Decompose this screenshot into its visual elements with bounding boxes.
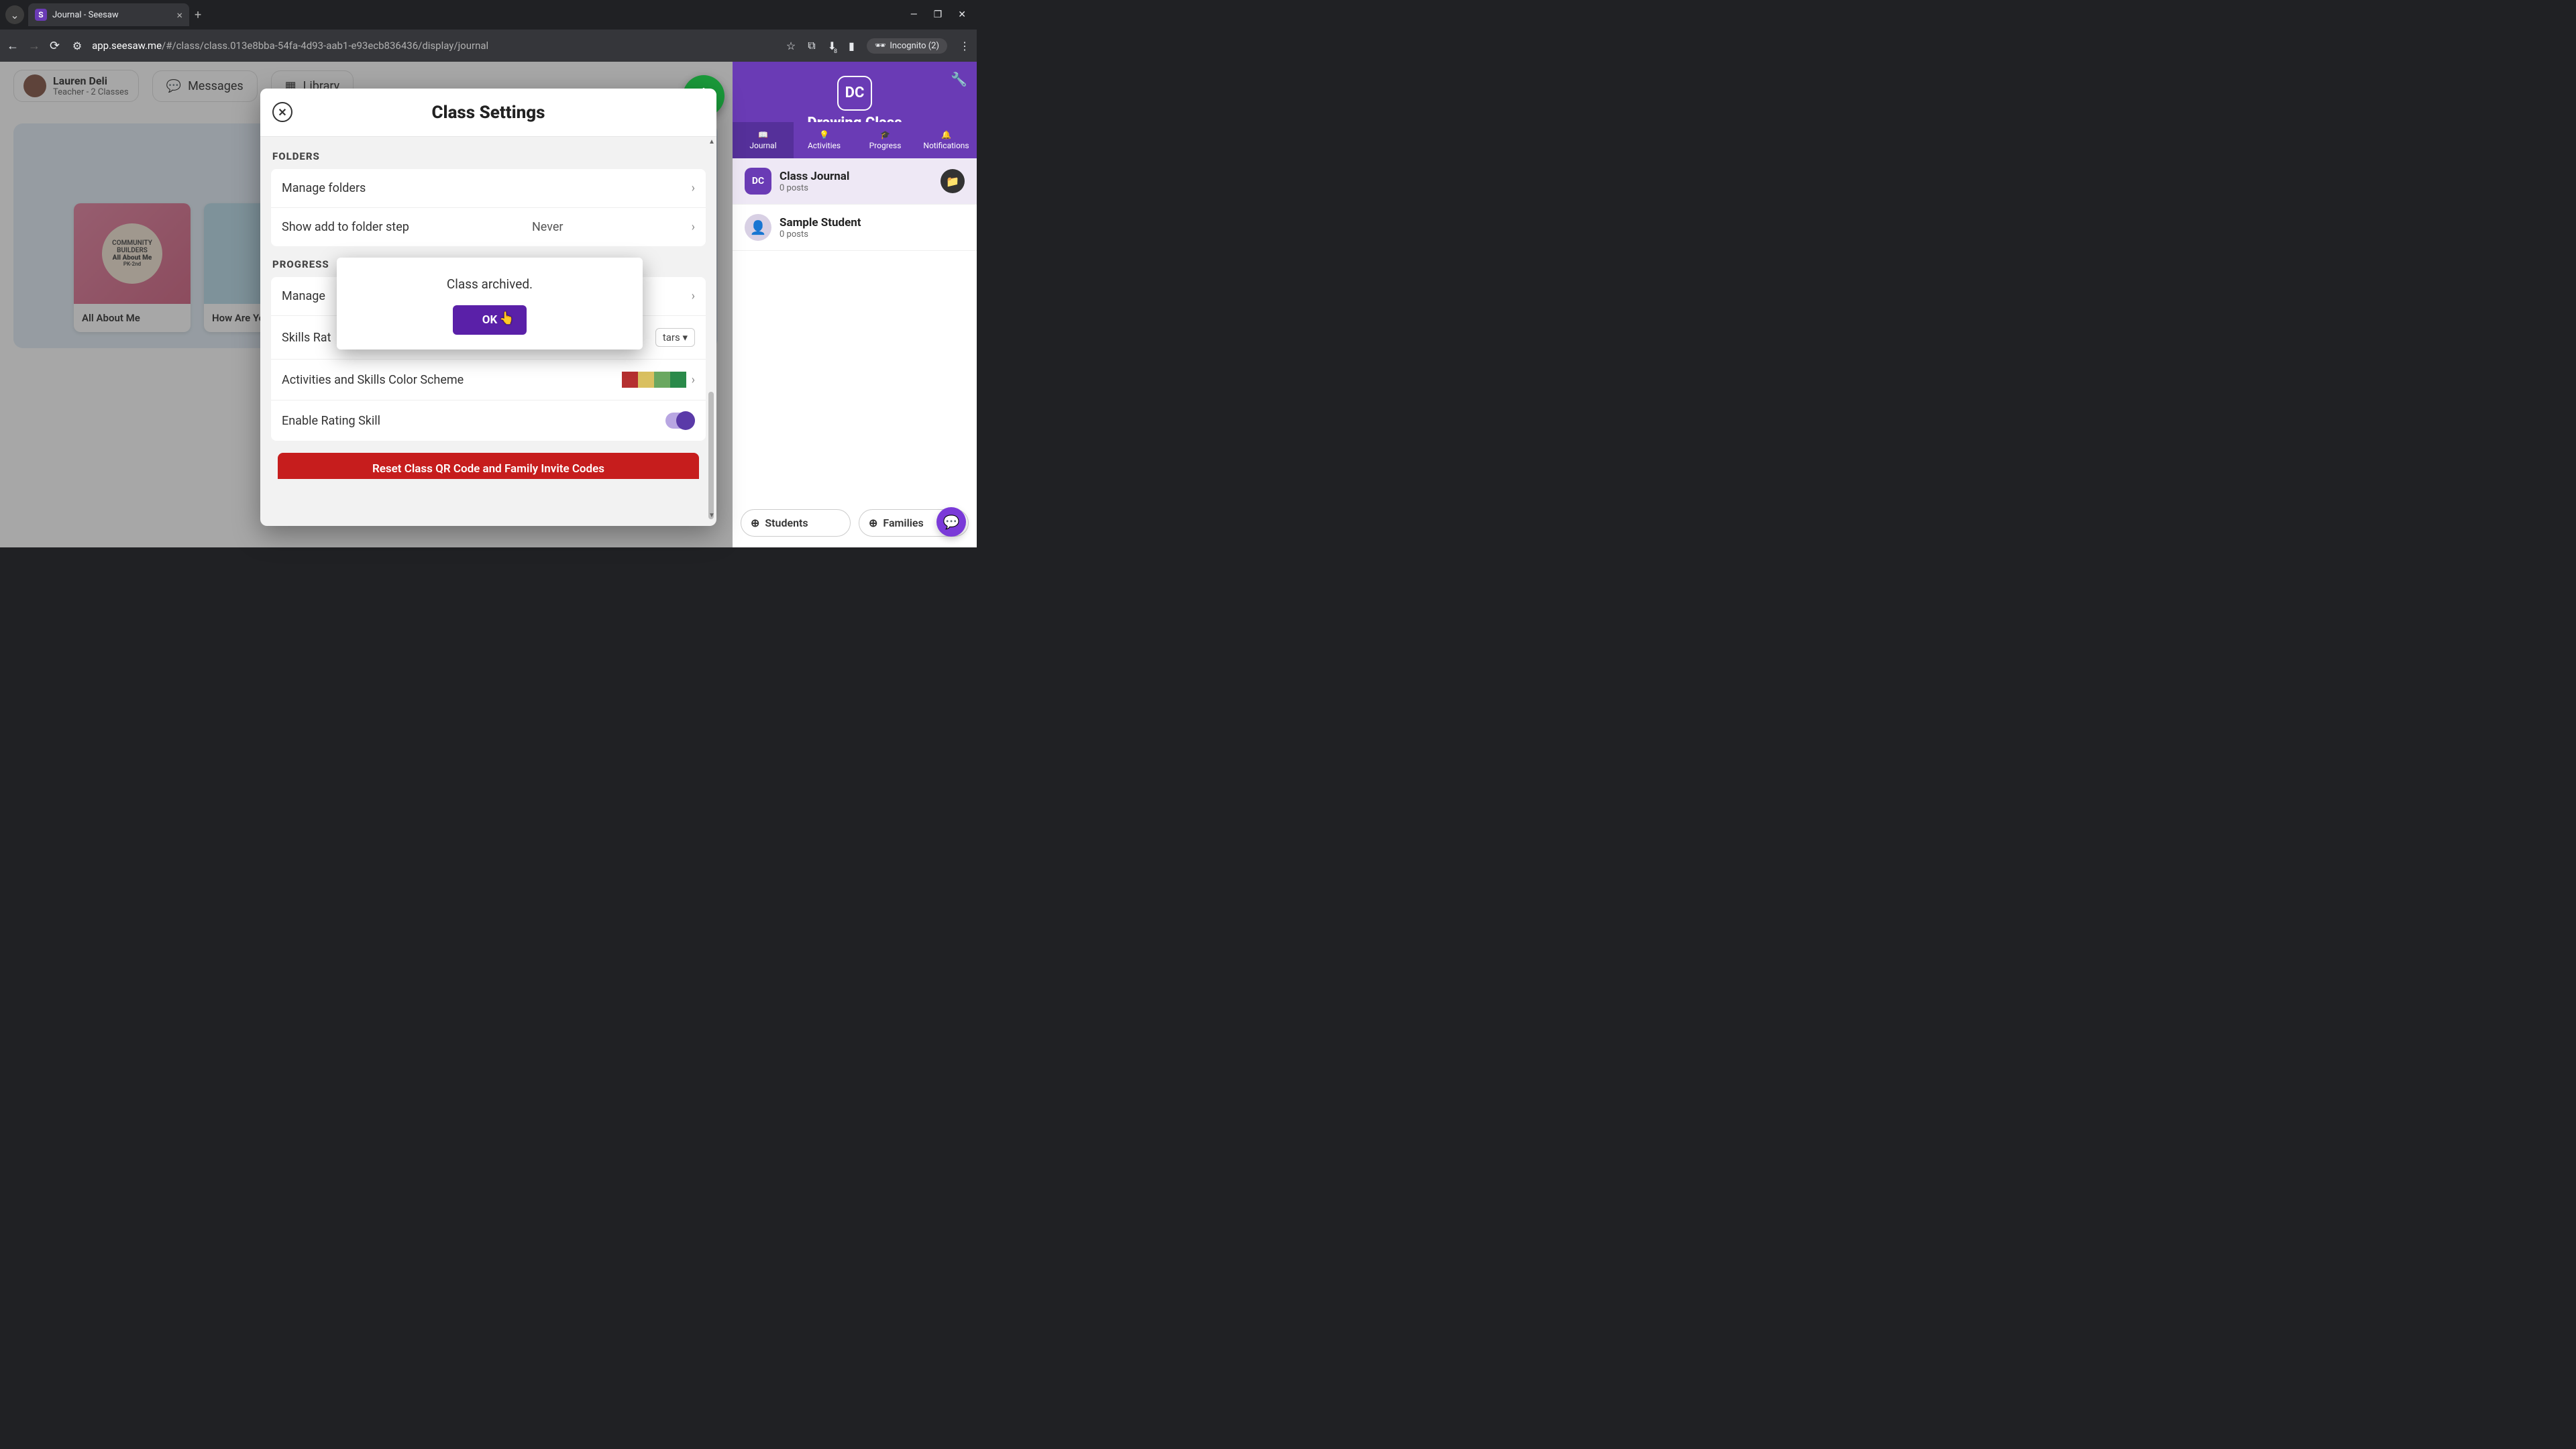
chat-icon: 💬: [943, 514, 960, 530]
plus-circle-icon: ⊕: [869, 517, 877, 529]
tab-title: Journal - Seesaw: [52, 10, 119, 20]
kebab-menu-icon[interactable]: ⋮: [959, 40, 970, 52]
tab-activities[interactable]: 💡Activities: [794, 122, 855, 158]
scroll-thumb[interactable]: [708, 392, 714, 519]
close-window-icon[interactable]: ✕: [958, 9, 966, 20]
site-info-icon[interactable]: ⚙: [69, 38, 85, 54]
enable-rating-row: Enable Rating Skill: [271, 400, 706, 441]
class-sidebar: 🔧 DC Drawing Class 📖Journal 💡Activities …: [733, 62, 977, 547]
window-controls: ― ❐ ✕: [910, 9, 971, 20]
class-journal-row[interactable]: DC Class Journal 0 posts 📁: [733, 158, 977, 205]
show-add-folder-row[interactable]: Show add to folder step Never ›: [271, 208, 706, 246]
color-swatch: [622, 372, 686, 388]
manage-folders-row[interactable]: Manage folders›: [271, 169, 706, 208]
tab-close-icon[interactable]: ×: [176, 9, 182, 21]
activities-icon: 💡: [819, 130, 829, 140]
folder-icon[interactable]: 📁: [941, 169, 965, 193]
enable-rating-toggle[interactable]: [665, 413, 695, 429]
forward-button: →: [28, 39, 40, 53]
bookmark-star-icon[interactable]: ☆: [786, 40, 796, 52]
students-button[interactable]: ⊕Students: [741, 509, 851, 537]
chevron-right-icon: ›: [692, 289, 695, 303]
color-scheme-row[interactable]: Activities and Skills Color Scheme ›: [271, 360, 706, 400]
confirmation-message: Class archived.: [350, 276, 629, 292]
section-label: FOLDERS: [272, 150, 704, 162]
chat-fab[interactable]: 💬: [936, 507, 966, 537]
scroll-down-icon[interactable]: ▼: [708, 512, 715, 519]
incognito-badge[interactable]: 🕶 Incognito (2): [867, 38, 947, 54]
chevron-right-icon: ›: [692, 373, 695, 387]
tab-progress[interactable]: 🎓Progress: [855, 122, 916, 158]
new-tab-button[interactable]: +: [195, 8, 201, 22]
student-avatar-icon: 👤: [745, 214, 771, 241]
incognito-icon: 🕶: [875, 41, 886, 51]
settings-wrench-icon[interactable]: 🔧: [951, 71, 967, 87]
extensions-icon[interactable]: ⧉: [808, 39, 815, 52]
student-row[interactable]: 👤 Sample Student 0 posts: [733, 205, 977, 251]
modal-close-button[interactable]: ✕: [272, 102, 292, 122]
archive-confirmation-dialog: Class archived. OK: [337, 258, 643, 350]
downloads-icon[interactable]: ⬇: [828, 40, 837, 52]
browser-toolbar: ← → ⟳ ⚙ app.seesaw.me/#/class/class.013e…: [0, 30, 977, 62]
modal-title: Class Settings: [432, 103, 545, 123]
class-avatar: DC: [837, 76, 872, 111]
tab-notifications[interactable]: 🔔Notifications: [916, 122, 977, 158]
address-bar[interactable]: app.seesaw.me/#/class/class.013e8bba-54f…: [92, 40, 777, 52]
seesaw-favicon-icon: S: [35, 9, 47, 21]
tab-journal[interactable]: 📖Journal: [733, 122, 794, 158]
reload-button[interactable]: ⟳: [50, 39, 60, 53]
tab-search-dropdown[interactable]: ⌄: [5, 5, 24, 24]
chevron-right-icon: ›: [692, 181, 695, 195]
class-hero: 🔧 DC Drawing Class 📖Journal 💡Activities …: [733, 62, 977, 158]
skills-rating-dropdown[interactable]: tars ▾: [655, 328, 695, 347]
progress-icon: 🎓: [880, 130, 890, 140]
browser-tab[interactable]: S Journal - Seesaw ×: [28, 3, 189, 26]
maximize-icon[interactable]: ❐: [934, 9, 943, 20]
plus-circle-icon: ⊕: [751, 517, 759, 529]
chevron-right-icon: ›: [692, 220, 695, 234]
minimize-icon[interactable]: ―: [910, 9, 918, 20]
modal-scrollbar[interactable]: ▲ ▼: [707, 138, 715, 519]
reset-codes-button[interactable]: Reset Class QR Code and Family Invite Co…: [278, 453, 699, 479]
scroll-up-icon[interactable]: ▲: [708, 138, 715, 146]
reader-icon[interactable]: ▮: [849, 40, 855, 52]
browser-titlebar: ⌄ S Journal - Seesaw × + ― ❐ ✕: [0, 0, 977, 30]
ok-button[interactable]: OK: [453, 305, 527, 335]
bell-icon: 🔔: [941, 130, 951, 140]
journal-icon: 📖: [758, 130, 768, 140]
back-button[interactable]: ←: [7, 39, 19, 53]
